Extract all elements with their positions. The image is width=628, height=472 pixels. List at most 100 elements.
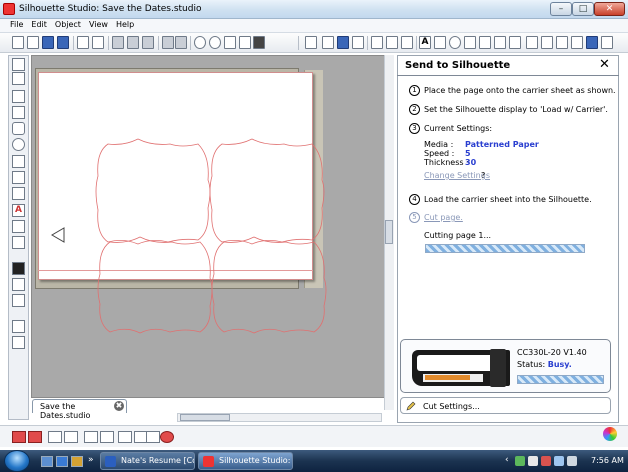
send-to-silhouette-icon[interactable] [586, 36, 598, 49]
thickness-value: 30 [465, 158, 477, 167]
zoom-in-icon[interactable] [194, 36, 206, 49]
rotate-icon[interactable] [449, 36, 461, 49]
knife-tool-icon[interactable] [12, 236, 25, 249]
vertical-scroll-thumb[interactable] [385, 220, 393, 244]
close-tab-icon[interactable]: ✖ [114, 401, 124, 411]
redo-icon[interactable] [175, 36, 187, 49]
bring-front-icon[interactable] [118, 431, 132, 443]
cut-settings-button[interactable]: Cut Settings... [400, 397, 611, 414]
pencil-icon [406, 401, 416, 411]
cut-scissors-icon[interactable] [142, 36, 154, 49]
text-style-icon[interactable]: A [419, 36, 431, 49]
fill-icon[interactable] [386, 36, 398, 49]
copy-icon[interactable] [112, 36, 124, 49]
library-icon[interactable] [526, 36, 538, 49]
line-tool-icon[interactable] [12, 90, 25, 103]
zoom-out-icon[interactable] [209, 36, 221, 49]
save-icon[interactable] [42, 36, 54, 49]
duplicate-icon[interactable] [84, 431, 98, 443]
menu-edit[interactable]: Edit [27, 19, 51, 29]
group-icon[interactable] [12, 431, 26, 443]
volume-icon[interactable] [567, 456, 577, 466]
pan-hand-icon[interactable] [239, 36, 251, 49]
freehand-tool-icon[interactable] [12, 187, 25, 200]
taskbar-item-resume[interactable]: Nate's Resume [Co... [100, 452, 195, 470]
texture-icon[interactable] [401, 36, 413, 49]
menu-object[interactable]: Object [51, 19, 85, 29]
step-2-number: 2 [409, 104, 420, 115]
speed-label: Speed : [424, 149, 455, 158]
trace-icon[interactable] [509, 36, 521, 49]
undo-icon[interactable] [162, 36, 174, 49]
release-compound-icon[interactable] [64, 431, 78, 443]
curve-tool-icon[interactable] [12, 171, 25, 184]
make-compound-icon[interactable] [48, 431, 62, 443]
grid-icon[interactable] [322, 36, 334, 49]
fullscreen-icon[interactable] [601, 36, 613, 49]
registration-marks-icon[interactable] [337, 36, 349, 49]
panel-toggle-icon[interactable] [12, 320, 25, 333]
bottom-toolbar [0, 425, 628, 447]
network-icon[interactable] [554, 456, 564, 466]
offset-icon[interactable] [494, 36, 506, 49]
ungroup-icon[interactable] [28, 431, 42, 443]
replicate-icon[interactable] [464, 36, 476, 49]
edit-points-icon[interactable] [12, 72, 25, 85]
store-icon[interactable] [541, 36, 553, 49]
record-icon[interactable] [160, 431, 174, 443]
cut-style-icon[interactable] [556, 36, 568, 49]
cut-settings-icon[interactable] [352, 36, 364, 49]
tray-icon-2[interactable] [528, 456, 538, 466]
change-settings-suffix: ? [481, 171, 486, 180]
open-folder-icon[interactable] [27, 36, 39, 49]
line-style-icon[interactable] [371, 36, 383, 49]
align-icon[interactable] [434, 36, 446, 49]
explorer-icon[interactable] [71, 456, 83, 467]
taskbar-clock[interactable]: 7:56 AM [591, 456, 624, 465]
fit-page-icon[interactable] [253, 36, 265, 49]
quicklaunch-more-icon[interactable]: » [88, 455, 94, 465]
print-icon[interactable] [77, 36, 89, 49]
view-cut-icon[interactable] [12, 278, 25, 291]
ie-icon[interactable] [56, 456, 68, 467]
cutting-progress-bar [425, 244, 585, 253]
taskbar-item-silhouette[interactable]: Silhouette Studio: S... [198, 452, 293, 470]
word-icon [105, 456, 116, 467]
minimize-button[interactable]: – [550, 2, 572, 16]
zoom-select-icon[interactable] [224, 36, 236, 49]
weld-icon[interactable] [146, 431, 160, 443]
panel-close-icon[interactable]: ✕ [599, 57, 610, 72]
menu-help[interactable]: Help [112, 19, 138, 29]
maximize-button[interactable]: □ [572, 2, 594, 16]
tray-expand-icon[interactable]: ‹ [505, 455, 509, 465]
rounded-rect-tool-icon[interactable] [12, 122, 25, 135]
save-as-icon[interactable] [57, 36, 69, 49]
print-cut-icon[interactable] [92, 36, 104, 49]
document-tab[interactable]: Save the Dates.studio ✖ [32, 399, 127, 420]
tray-icon-3[interactable] [541, 456, 551, 466]
start-button-icon[interactable] [4, 450, 30, 472]
horizontal-scroll-thumb[interactable] [180, 414, 230, 421]
pen-icon[interactable] [571, 36, 583, 49]
delete-icon[interactable] [100, 431, 114, 443]
view-page-icon[interactable] [12, 262, 25, 275]
close-window-button[interactable]: ✕ [594, 2, 625, 16]
cut-page-link[interactable]: Cut page. [424, 213, 463, 222]
page-setup-icon[interactable] [305, 36, 317, 49]
eraser-tool-icon[interactable] [12, 220, 25, 233]
panel-layout-icon[interactable] [12, 336, 25, 349]
polygon-tool-icon[interactable] [12, 155, 25, 168]
view-sketch-icon[interactable] [12, 294, 25, 307]
tray-icon-1[interactable] [515, 456, 525, 466]
select-arrow-icon[interactable] [12, 58, 25, 71]
rectangle-tool-icon[interactable] [12, 106, 25, 119]
color-wheel-icon[interactable] [603, 427, 617, 441]
menu-view[interactable]: View [85, 19, 112, 29]
menu-file[interactable]: File [0, 19, 27, 29]
modify-icon[interactable] [479, 36, 491, 49]
text-tool-icon[interactable]: A [12, 204, 25, 217]
show-desktop-icon[interactable] [41, 456, 53, 467]
paste-icon[interactable] [127, 36, 139, 49]
ellipse-tool-icon[interactable] [12, 138, 25, 151]
new-document-icon[interactable] [12, 36, 24, 49]
